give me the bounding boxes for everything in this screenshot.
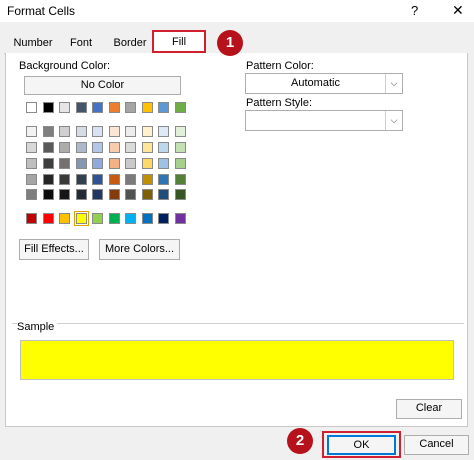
sample-preview xyxy=(20,340,454,380)
tint-color-swatch[interactable] xyxy=(59,142,70,153)
chevron-down-icon: ⌵ xyxy=(385,74,402,93)
clear-button[interactable]: Clear xyxy=(396,399,462,419)
tint-color-swatch[interactable] xyxy=(92,189,103,200)
tab-border[interactable]: Border xyxy=(110,35,150,54)
tint-color-swatch[interactable] xyxy=(42,142,54,153)
chevron-down-icon: ⌵ xyxy=(385,111,402,130)
tint-color-swatch[interactable] xyxy=(26,142,37,153)
tint-color-swatch[interactable] xyxy=(75,174,87,185)
ok-button[interactable]: OK xyxy=(327,435,396,455)
tint-color-swatch[interactable] xyxy=(59,174,70,185)
tint-color-swatch[interactable] xyxy=(75,126,87,137)
tint-color-swatch[interactable] xyxy=(75,142,87,153)
standard-color-swatch[interactable] xyxy=(26,213,37,224)
tint-color-swatch[interactable] xyxy=(26,158,37,169)
tint-color-swatch[interactable] xyxy=(158,142,169,153)
theme-color-swatch[interactable] xyxy=(141,102,153,113)
theme-color-swatch[interactable] xyxy=(158,102,169,113)
pattern-color-label: Pattern Color: xyxy=(246,60,314,72)
tint-color-swatch[interactable] xyxy=(141,158,153,169)
standard-color-swatch[interactable] xyxy=(73,211,89,226)
tint-color-swatch[interactable] xyxy=(42,189,54,200)
tint-color-swatch[interactable] xyxy=(141,189,153,200)
no-color-button[interactable]: No Color xyxy=(24,76,181,95)
standard-color-swatch[interactable] xyxy=(158,213,169,224)
tint-color-swatch[interactable] xyxy=(108,189,120,200)
tint-color-swatch[interactable] xyxy=(26,174,37,185)
tint-color-swatch[interactable] xyxy=(125,174,136,185)
tint-color-swatch[interactable] xyxy=(108,142,120,153)
tab-fill[interactable]: Fill xyxy=(152,30,206,53)
tint-color-swatch[interactable] xyxy=(141,142,153,153)
tint-color-swatch[interactable] xyxy=(108,126,120,137)
theme-color-swatch[interactable] xyxy=(174,102,186,113)
step-badge-2: 2 xyxy=(287,428,313,454)
standard-color-swatch[interactable] xyxy=(125,213,136,224)
theme-color-swatch[interactable] xyxy=(59,102,70,113)
background-color-label: Background Color: xyxy=(19,60,111,72)
tint-color-swatch[interactable] xyxy=(108,174,120,185)
pattern-color-value: Automatic xyxy=(291,77,340,89)
tint-color-swatch[interactable] xyxy=(26,126,37,137)
sample-label: Sample xyxy=(17,321,58,333)
theme-color-swatch[interactable] xyxy=(75,102,87,113)
dialog-title: Format Cells xyxy=(7,4,76,18)
tint-color-swatch[interactable] xyxy=(174,126,186,137)
tint-color-swatch[interactable] xyxy=(75,158,87,169)
tint-color-swatch[interactable] xyxy=(26,189,37,200)
tint-color-swatch[interactable] xyxy=(174,158,186,169)
theme-color-swatch[interactable] xyxy=(125,102,136,113)
tint-color-swatch[interactable] xyxy=(174,189,186,200)
pattern-style-label: Pattern Style: xyxy=(246,97,313,109)
tint-color-swatch[interactable] xyxy=(42,126,54,137)
close-icon[interactable]: ✕ xyxy=(452,2,464,19)
tint-color-swatch[interactable] xyxy=(92,142,103,153)
tint-color-swatch[interactable] xyxy=(108,158,120,169)
tint-color-swatch[interactable] xyxy=(125,142,136,153)
standard-color-swatch[interactable] xyxy=(42,213,54,224)
cancel-button[interactable]: Cancel xyxy=(404,435,469,455)
theme-color-swatch[interactable] xyxy=(92,102,103,113)
tint-color-swatch[interactable] xyxy=(59,126,70,137)
tint-color-swatch[interactable] xyxy=(59,189,70,200)
fill-effects-button[interactable]: Fill Effects... xyxy=(19,239,89,260)
tint-color-swatch[interactable] xyxy=(158,158,169,169)
tint-color-swatch[interactable] xyxy=(59,158,70,169)
tint-color-swatch[interactable] xyxy=(158,126,169,137)
pattern-style-dropdown[interactable]: ⌵ xyxy=(245,110,403,131)
tab-number[interactable]: Number xyxy=(11,35,55,54)
tint-color-swatch[interactable] xyxy=(92,158,103,169)
step-badge-1: 1 xyxy=(217,30,243,56)
tint-color-swatch[interactable] xyxy=(125,126,136,137)
standard-color-swatch[interactable] xyxy=(92,213,103,224)
tint-color-swatch[interactable] xyxy=(158,189,169,200)
more-colors-button[interactable]: More Colors... xyxy=(99,239,180,260)
tint-color-swatch[interactable] xyxy=(158,174,169,185)
tab-font[interactable]: Font xyxy=(66,35,96,54)
theme-color-swatch[interactable] xyxy=(108,102,120,113)
tint-color-swatch[interactable] xyxy=(125,158,136,169)
tab-fill-label: Fill xyxy=(171,36,187,48)
help-icon[interactable]: ? xyxy=(411,3,418,18)
tint-color-swatch[interactable] xyxy=(92,174,103,185)
tint-color-swatch[interactable] xyxy=(141,174,153,185)
tint-color-swatch[interactable] xyxy=(42,174,54,185)
theme-color-swatch[interactable] xyxy=(42,102,54,113)
standard-color-swatch[interactable] xyxy=(108,213,120,224)
tint-color-swatch[interactable] xyxy=(92,126,103,137)
standard-color-swatch[interactable] xyxy=(174,213,186,224)
tint-color-swatch[interactable] xyxy=(174,142,186,153)
tint-color-swatch[interactable] xyxy=(125,189,136,200)
tint-color-swatch[interactable] xyxy=(42,158,54,169)
tint-color-swatch[interactable] xyxy=(75,189,87,200)
tint-color-swatch[interactable] xyxy=(141,126,153,137)
tint-color-swatch[interactable] xyxy=(174,174,186,185)
theme-color-swatch[interactable] xyxy=(26,102,37,113)
pattern-color-dropdown[interactable]: Automatic ⌵ xyxy=(245,73,403,94)
standard-color-swatch[interactable] xyxy=(141,213,153,224)
standard-color-swatch[interactable] xyxy=(59,213,70,224)
